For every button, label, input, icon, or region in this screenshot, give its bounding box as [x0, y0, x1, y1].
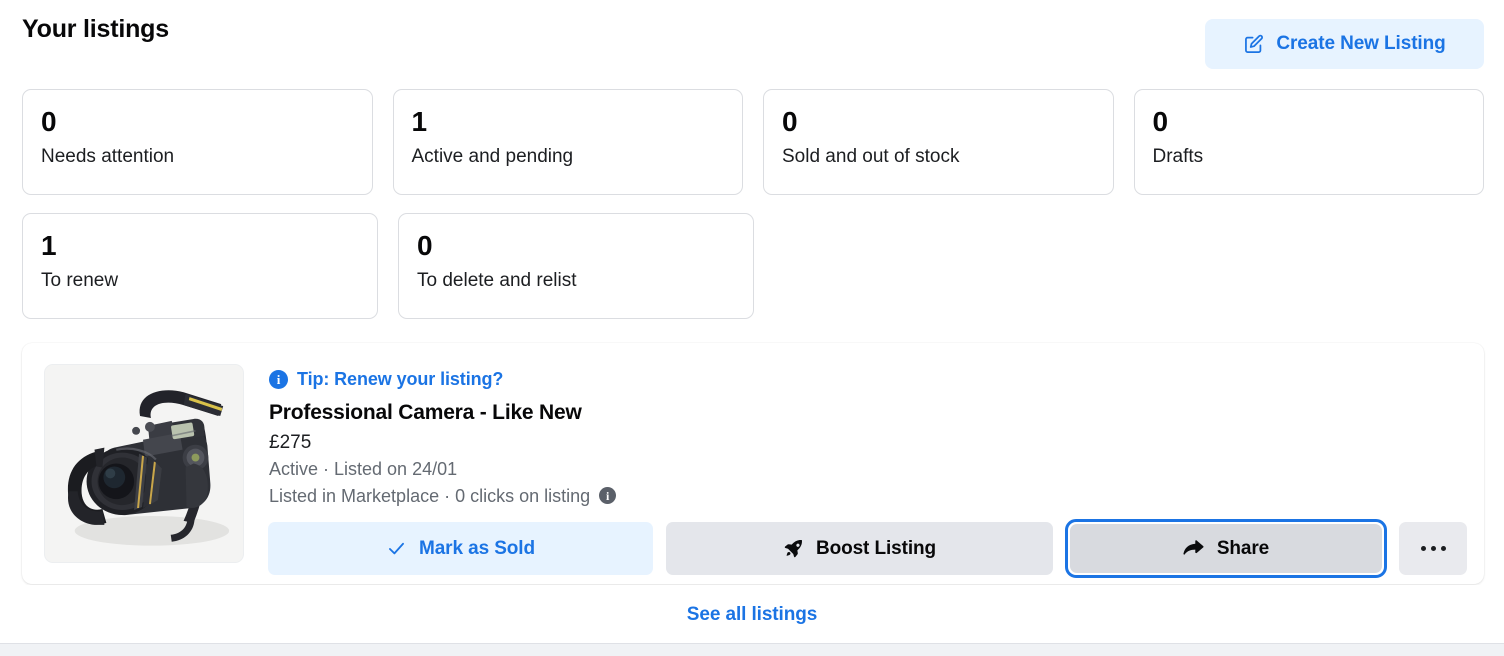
stat-count: 1 — [411, 106, 428, 137]
page-title: Your listings — [22, 15, 169, 43]
listing-stats: 0 Needs attention 1 Active and pending 0… — [22, 89, 1484, 337]
ellipsis-icon — [1420, 546, 1446, 551]
rocket-icon — [784, 540, 802, 558]
stats-row-2: 1 To renew 0 To delete and relist — [22, 213, 1484, 319]
pencil-square-icon — [1243, 33, 1265, 55]
listing-reach-line: Listed in Marketplace · 0 clicks on list… — [269, 485, 1484, 508]
mark-as-sold-button[interactable]: Mark as Sold — [268, 522, 653, 575]
share-arrow-icon — [1183, 539, 1204, 555]
boost-listing-label: Boost Listing — [815, 537, 937, 559]
info-icon: i — [269, 369, 288, 389]
share-button-focus-ring: Share — [1065, 519, 1387, 578]
stat-card-drafts[interactable]: 0 Drafts — [1133, 89, 1484, 195]
stat-card-needs-attention[interactable]: 0 Needs attention — [22, 89, 373, 195]
more-options-button[interactable] — [1399, 522, 1467, 575]
listing-tip-label: Tip: Renew your listing? — [297, 368, 504, 389]
see-all-listings-link[interactable]: See all listings — [687, 604, 818, 626]
share-button[interactable]: Share — [1070, 524, 1382, 573]
listing-thumbnail[interactable] — [44, 364, 244, 563]
stat-label: Sold and out of stock — [782, 146, 960, 167]
camera-photo — [45, 365, 243, 562]
stat-label: To delete and relist — [417, 270, 577, 291]
listing-tip[interactable]: i Tip: Renew your listing? — [269, 368, 1484, 390]
stat-count: 0 — [417, 230, 433, 261]
info-icon[interactable]: i — [599, 487, 617, 504]
stat-label: Active and pending — [411, 146, 574, 167]
check-icon — [389, 542, 404, 555]
create-new-listing-button[interactable]: Create New Listing — [1205, 19, 1484, 69]
stat-label: Needs attention — [41, 146, 175, 167]
create-new-listing-label: Create New Listing — [1276, 33, 1446, 54]
stat-card-to-delete-and-relist[interactable]: 0 To delete and relist — [398, 213, 754, 319]
stat-card-active-and-pending[interactable]: 1 Active and pending — [392, 89, 743, 195]
stats-row-1: 0 Needs attention 1 Active and pending 0… — [22, 89, 1484, 195]
stat-count: 0 — [782, 106, 798, 137]
share-label: Share — [1216, 537, 1270, 559]
stat-label: To renew — [41, 270, 119, 291]
see-all-listings-row: See all listings — [0, 586, 1504, 643]
listing-reach-label: Listed in Marketplace · 0 clicks on list… — [269, 486, 591, 506]
stat-card-sold-and-out-of-stock[interactable]: 0 Sold and out of stock — [763, 89, 1114, 195]
stat-count: 0 — [41, 106, 57, 137]
stat-card-to-renew[interactable]: 1 To renew — [22, 213, 378, 319]
stat-label: Drafts — [1152, 146, 1204, 167]
mark-as-sold-label: Mark as Sold — [418, 537, 535, 559]
listing-title[interactable]: Professional Camera - Like New — [269, 400, 1484, 425]
listing-actions: Mark as Sold Boost Listing Share — [268, 519, 1467, 578]
stat-count: 1 — [41, 230, 57, 261]
bottom-band — [0, 644, 1504, 656]
stat-count: 0 — [1152, 106, 1169, 137]
listing-status-line: Active · Listed on 24/01 — [269, 459, 458, 479]
page-header: Your listings Create New Listing — [0, 0, 1504, 78]
listing-price: £275 — [269, 432, 312, 453]
listing-card: i Tip: Renew your listing? Professional … — [22, 343, 1484, 584]
your-listings-page: Your listings Create New Listing 0 Needs… — [0, 0, 1504, 656]
boost-listing-button[interactable]: Boost Listing — [666, 522, 1053, 575]
